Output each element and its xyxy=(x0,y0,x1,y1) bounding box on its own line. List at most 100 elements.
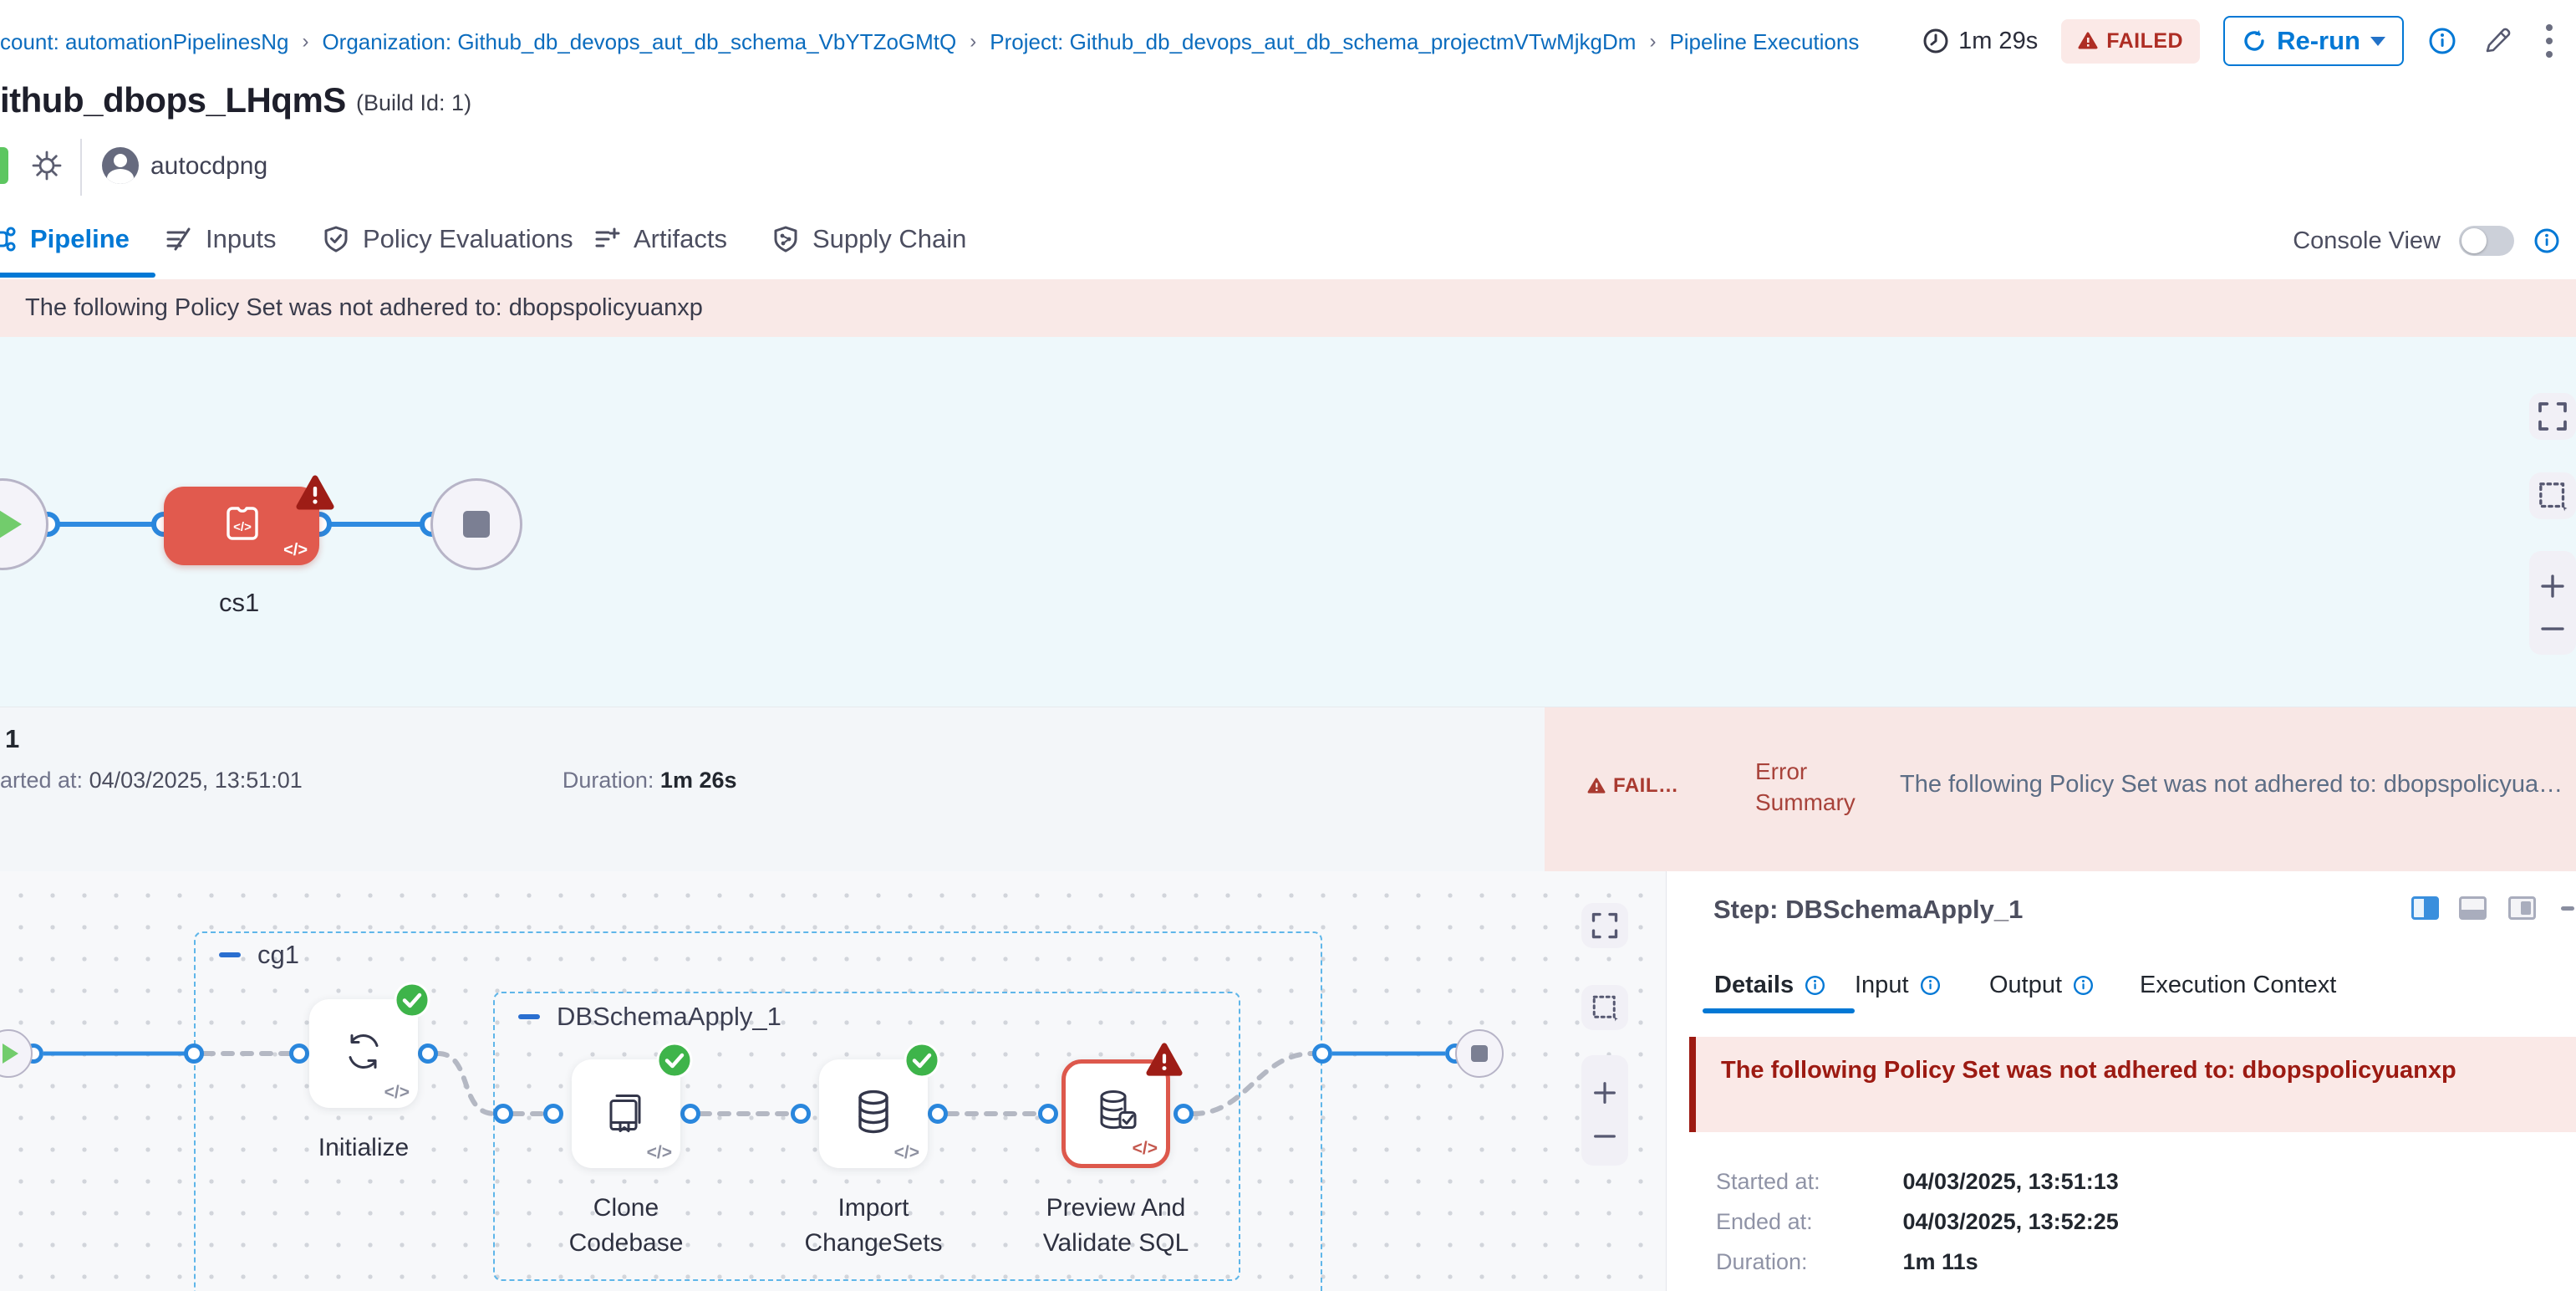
tab-inputs-label: Inputs xyxy=(206,224,276,254)
tab-inputs[interactable]: Inputs xyxy=(164,224,276,254)
error-summary-text: The following Policy Set was not adhered… xyxy=(1900,771,2576,799)
tab-policy-evaluations[interactable]: Policy Evaluations xyxy=(321,224,573,254)
step-label-clone-codebase: Clone Codebase xyxy=(542,1191,710,1261)
console-view-control: Console View xyxy=(2293,226,2561,256)
tab-policy-evaluations-label: Policy Evaluations xyxy=(363,224,573,254)
success-badge-icon xyxy=(656,1042,693,1079)
code-icon: </> xyxy=(1133,1139,1158,1159)
layout-right-view-icon[interactable] xyxy=(2411,896,2439,920)
rerun-label: Re-run xyxy=(2277,26,2360,56)
stage-error-section: FAIL… Error Summary The following Policy… xyxy=(1545,707,2576,872)
zoom-out-button[interactable] xyxy=(1591,1130,1619,1142)
breadcrumb-separator: › xyxy=(970,30,976,54)
pipeline-icon xyxy=(0,224,18,254)
avatar-head xyxy=(114,154,127,167)
stop-icon xyxy=(1471,1045,1488,1062)
run-meta: 1m 29s FAILED Re-run xyxy=(1922,0,2561,82)
console-view-toggle[interactable] xyxy=(2459,226,2514,256)
panel-tab-output[interactable]: Output xyxy=(1989,972,2095,999)
sync-icon xyxy=(338,1026,389,1078)
stage-summary-bar: 1 arted at: 04/03/2025, 13:51:01 Duratio… xyxy=(0,707,2576,871)
code-icon: </> xyxy=(384,1083,410,1103)
marquee-select-button[interactable] xyxy=(2529,472,2576,519)
step-node-initialize[interactable]: </> xyxy=(309,999,418,1108)
list-plus-icon xyxy=(592,224,622,254)
avatar xyxy=(102,147,139,184)
fullscreen-button[interactable] xyxy=(2529,393,2576,440)
layout-floating-view-icon[interactable] xyxy=(2508,896,2536,920)
fullscreen-button[interactable] xyxy=(1581,903,1628,948)
info-icon xyxy=(2072,974,2095,997)
step-node-import-changesets[interactable]: </> xyxy=(819,1059,928,1168)
step-panel-title: Step: DBSchemaApply_1 xyxy=(1713,895,2023,925)
database-check-icon xyxy=(1090,1086,1142,1138)
step-node-preview-validate-sql[interactable]: </> xyxy=(1061,1059,1170,1168)
step-label-preview-validate-sql: Preview And Validate SQL xyxy=(1020,1191,1212,1261)
fail-label: FAIL… xyxy=(1613,774,1679,798)
play-icon xyxy=(0,508,22,541)
console-view-label: Console View xyxy=(2293,227,2441,255)
divider xyxy=(80,139,82,196)
breadcrumb-pipeline-executions[interactable]: Pipeline Executions xyxy=(1669,29,1859,55)
play-icon xyxy=(3,1044,18,1064)
tab-artifacts-label: Artifacts xyxy=(634,224,727,254)
tab-supply-chain[interactable]: Supply Chain xyxy=(771,224,966,254)
inputs-icon xyxy=(164,224,194,254)
gear-icon[interactable] xyxy=(28,147,65,184)
panel-tab-input[interactable]: Input xyxy=(1855,972,1942,999)
stage-times: arted at: 04/03/2025, 13:51:01 Duration:… xyxy=(0,768,737,793)
field-started-at: Started at: 04/03/2025, 13:51:13 xyxy=(1716,1169,2119,1195)
edit-icon[interactable] xyxy=(2481,24,2514,58)
tab-artifacts[interactable]: Artifacts xyxy=(592,224,727,254)
info-icon[interactable] xyxy=(2533,227,2561,255)
step-label-import-changesets: Import ChangeSets xyxy=(790,1191,957,1261)
run-duration: 1m 29s xyxy=(1922,27,2038,55)
minimize-panel-icon[interactable] xyxy=(2561,906,2574,911)
breadcrumb-project[interactable]: Project: Github_db_devops_aut_db_schema_… xyxy=(990,29,1636,55)
layout-bottom-view-icon[interactable] xyxy=(2459,896,2487,920)
execution-graph-canvas[interactable]: cg1 DBSchemaApply_1 xyxy=(0,871,1695,1291)
shield-check-icon xyxy=(321,224,351,254)
warning-icon xyxy=(2078,32,2098,50)
started-at-value: 04/03/2025, 13:51:01 xyxy=(89,768,303,793)
breadcrumb-organization[interactable]: Organization: Github_db_devops_aut_db_sc… xyxy=(322,29,956,55)
svg-text:</>: </> xyxy=(233,520,252,534)
stage-node-label: cs1 xyxy=(219,588,259,618)
panel-tab-details[interactable]: Details xyxy=(1714,972,1826,999)
tab-pipeline[interactable]: Pipeline xyxy=(0,224,130,254)
stage-node-cs1[interactable]: </> </> xyxy=(164,487,319,565)
breadcrumb: count: automationPipelinesNg › Organizat… xyxy=(0,28,1859,56)
rerun-button[interactable]: Re-run xyxy=(2223,16,2404,66)
stage-graph-edges xyxy=(0,337,669,707)
step-node-clone-codebase[interactable]: </> xyxy=(572,1059,680,1168)
info-icon[interactable] xyxy=(2427,26,2457,56)
success-badge-icon xyxy=(904,1042,940,1079)
marquee-select-button[interactable] xyxy=(1581,985,1628,1030)
top-bar: count: automationPipelinesNg › Organizat… xyxy=(0,0,2576,82)
error-badge-icon xyxy=(1146,1042,1183,1079)
build-id: (Build Id: 1) xyxy=(356,90,471,116)
zoom-out-button[interactable] xyxy=(2538,623,2568,635)
error-badge-icon xyxy=(296,475,334,512)
step-details-panel: Step: DBSchemaApply_1 Details Input Outp… xyxy=(1666,871,2576,1291)
book-icon xyxy=(600,1086,652,1138)
panel-tab-execution-context[interactable]: Execution Context xyxy=(2140,972,2336,999)
step-error-text: The following Policy Set was not adhered… xyxy=(1721,1057,2456,1084)
database-icon xyxy=(848,1086,899,1138)
error-summary-label: Error Summary xyxy=(1755,756,1864,818)
chevron-down-icon xyxy=(2370,37,2385,46)
breadcrumb-separator: › xyxy=(302,30,308,54)
fail-chip: FAIL… xyxy=(1587,774,1679,798)
supply-chain-shield-icon xyxy=(771,224,801,254)
field-ended-at: Ended at: 04/03/2025, 13:52:25 xyxy=(1716,1209,2119,1235)
zoom-in-button[interactable] xyxy=(2538,571,2568,601)
stage-graph-canvas[interactable]: </> </> cs1 xyxy=(0,337,2576,707)
zoom-in-button[interactable] xyxy=(1591,1079,1619,1107)
code-icon: </> xyxy=(647,1143,672,1163)
more-options-icon[interactable] xyxy=(2538,21,2561,61)
duration-label: Duration: xyxy=(563,768,654,793)
code-icon: </> xyxy=(894,1143,919,1163)
tab-supply-chain-label: Supply Chain xyxy=(812,224,966,254)
breadcrumb-account[interactable]: count: automationPipelinesNg xyxy=(0,29,288,55)
zoom-controls xyxy=(2529,551,2576,655)
